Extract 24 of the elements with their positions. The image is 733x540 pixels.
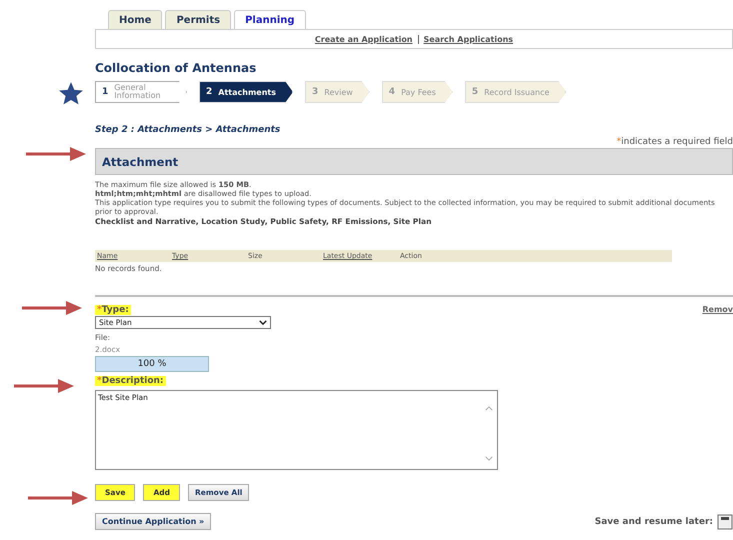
scroll-up-icon [485,406,493,411]
arrow-icon [26,147,86,161]
section-header: Attachment [95,148,733,175]
subnav-link[interactable]: Search Applications [424,34,514,44]
chevron-down-icon [259,320,267,325]
remove-link[interactable]: Remov [702,305,733,314]
save-later-label: Save and resume later: [594,516,713,526]
wizard-step[interactable]: 2 Attachments [199,81,293,103]
nav-tab[interactable]: Home [108,10,162,29]
arrow-icon [28,491,88,505]
scroll-down-icon [485,456,493,461]
star-icon [58,81,84,107]
page-title: Collocation of Antennas [95,61,258,75]
nav-tab[interactable]: Planning [234,10,306,29]
field-label: *Description: [95,376,166,386]
required-note: *indicates a required field [616,137,733,147]
progress-reading: 100 % [138,359,166,369]
arrow-icon [14,379,74,393]
field-label: *Type: [95,305,131,315]
subnav-link[interactable]: Create an Application [314,34,413,44]
nav-tab[interactable]: Permits [165,10,232,29]
arrow-icon [22,301,82,315]
step-heading: Step 2 : Attachments > Attachments [95,125,282,135]
continue-button[interactable]: Continue Application » [95,513,212,530]
